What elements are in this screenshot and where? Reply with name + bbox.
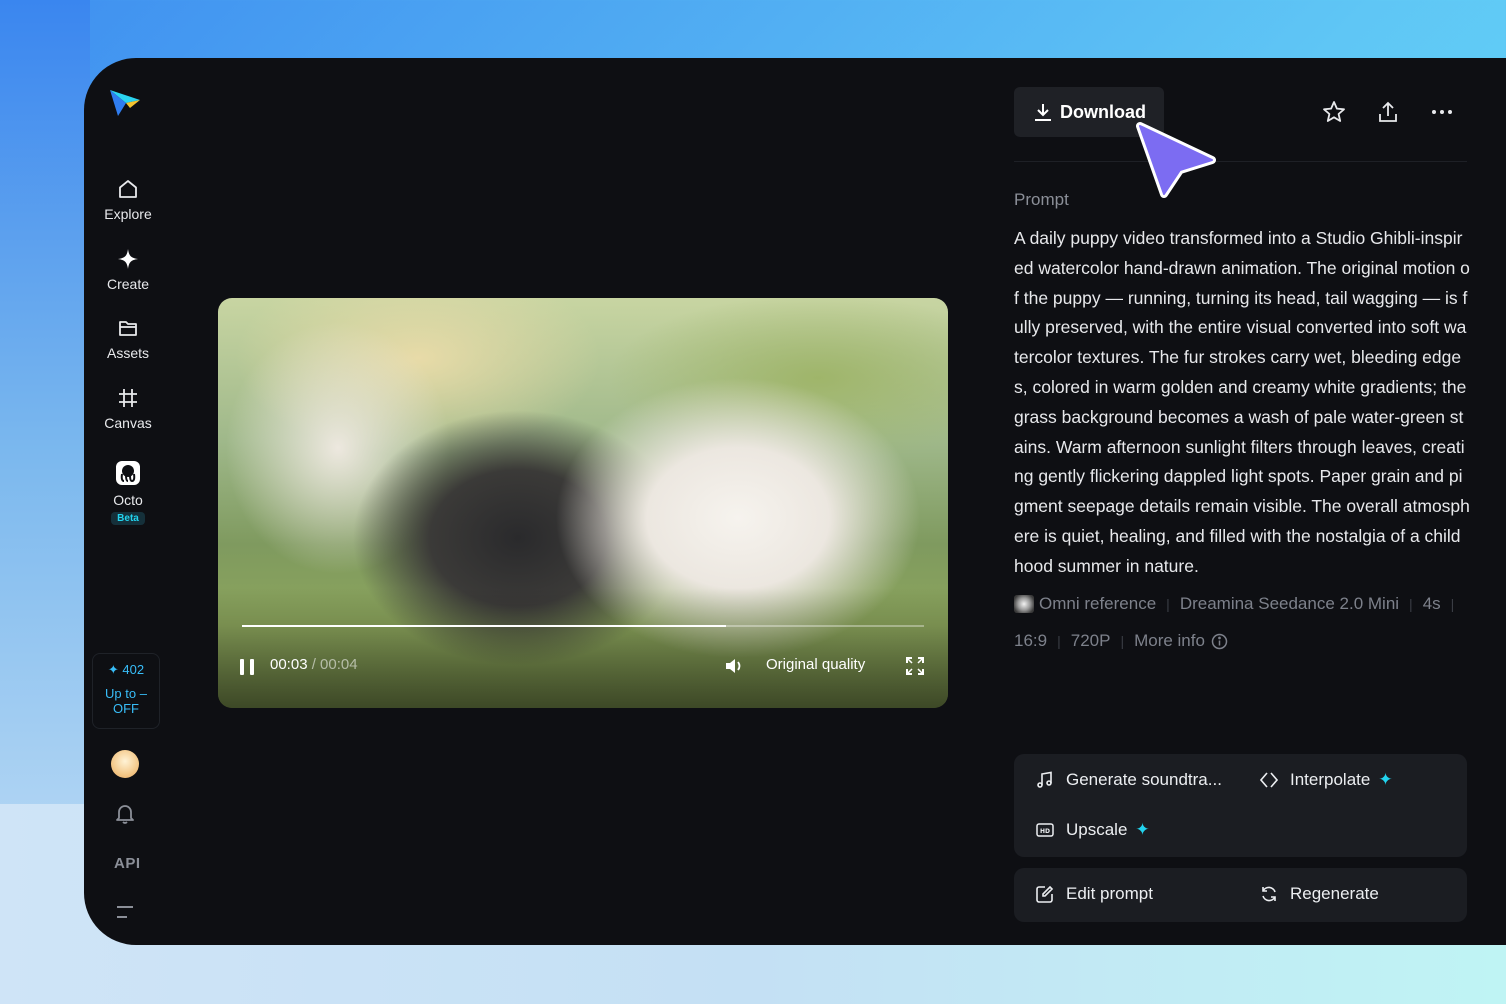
- video-control-shade: [218, 588, 948, 708]
- duration: 4s: [1422, 594, 1441, 613]
- meta-row-2: 16:9 | 720P | More info: [1014, 631, 1470, 651]
- music-note-icon: [1037, 771, 1052, 788]
- divider: [1014, 161, 1467, 162]
- sidebar: Explore Create Assets Canvas Octo Beta ✦…: [84, 58, 172, 945]
- logo-icon[interactable]: [108, 86, 142, 120]
- frame-icon: [119, 389, 137, 407]
- separator: |: [1450, 596, 1455, 612]
- refresh-icon: [1262, 886, 1276, 902]
- meta-row-1: Omni reference | Dreamina Seedance 2.0 M…: [1014, 594, 1470, 614]
- prompt-label: Prompt: [1014, 190, 1069, 209]
- sidebar-item-explore[interactable]: Explore: [92, 178, 164, 222]
- pause-icon-bar: [250, 659, 254, 675]
- upscale-button[interactable]: HD Upscale ✦: [1036, 820, 1150, 840]
- bell-icon[interactable]: [115, 803, 135, 825]
- edit-prompt-button[interactable]: Edit prompt: [1036, 884, 1153, 904]
- reference-thumbnail: [1014, 595, 1034, 613]
- actions-card: Generate soundtra... Interpolate ✦ HD Up…: [1014, 754, 1467, 857]
- edit-prompt-label: Edit prompt: [1066, 884, 1153, 903]
- mouse-cursor-icon: [1136, 122, 1216, 198]
- sidebar-item-create[interactable]: Create: [92, 248, 164, 292]
- home-icon: [119, 180, 137, 198]
- octo-icon: [116, 461, 140, 485]
- hd-icon: HD: [1036, 823, 1054, 837]
- credits-count: ✦ 402: [107, 662, 145, 677]
- model-name: Dreamina Seedance 2.0 Mini: [1179, 594, 1400, 613]
- separator: |: [1409, 596, 1413, 612]
- promo-line-1: Up to –: [105, 686, 147, 701]
- sparkle-icon: ✦: [1135, 820, 1150, 839]
- total-time: / 00:04: [311, 656, 358, 673]
- video-player[interactable]: 00:03 / 00:04 Original quality: [218, 298, 948, 708]
- sidebar-item-octo[interactable]: Octo Beta: [92, 460, 164, 525]
- edit-icon: [1036, 885, 1054, 903]
- current-time: 00:03: [270, 656, 308, 673]
- star-icon[interactable]: [1322, 100, 1346, 124]
- api-link[interactable]: API: [114, 855, 141, 872]
- aspect-ratio: 16:9: [1014, 631, 1048, 650]
- video-time: 00:03 / 00:04: [270, 656, 358, 673]
- pause-icon-bar: [240, 659, 244, 675]
- sparkle-icon: [118, 249, 138, 269]
- sidebar-item-canvas[interactable]: Canvas: [92, 387, 164, 431]
- video-progress-fill: [242, 625, 727, 627]
- regenerate-button[interactable]: Regenerate: [1260, 884, 1379, 904]
- regenerate-label: Regenerate: [1290, 884, 1379, 903]
- generate-soundtrack-button[interactable]: Generate soundtra...: [1036, 770, 1222, 790]
- svg-text:HD: HD: [1040, 828, 1050, 835]
- resolution: 720P: [1070, 631, 1111, 650]
- interpolate-icon: [1260, 772, 1278, 788]
- sidebar-item-label: Create: [106, 276, 150, 292]
- quality-selector[interactable]: Original quality: [766, 656, 865, 673]
- share-icon[interactable]: [1376, 100, 1400, 124]
- separator: |: [1120, 633, 1125, 649]
- soundtrack-label: Generate soundtra...: [1066, 770, 1222, 789]
- more-icon[interactable]: [1430, 108, 1454, 116]
- sidebar-item-assets[interactable]: Assets: [92, 317, 164, 361]
- app-window: Explore Create Assets Canvas Octo Beta ✦…: [84, 58, 1506, 945]
- info-icon[interactable]: [1211, 633, 1228, 650]
- sidebar-item-label: Assets: [106, 345, 149, 361]
- omni-reference: Omni reference: [1039, 594, 1157, 613]
- edit-actions-card: Edit prompt Regenerate: [1014, 868, 1467, 922]
- sidebar-item-label: Canvas: [104, 415, 152, 431]
- menu-icon[interactable]: [116, 905, 134, 919]
- sidebar-item-label: Octo: [113, 492, 143, 508]
- avatar[interactable]: [111, 750, 139, 778]
- separator: |: [1166, 596, 1170, 612]
- prompt-text: A daily puppy video transformed into a S…: [1014, 228, 1470, 576]
- fullscreen-icon[interactable]: [906, 657, 924, 675]
- video-progress-bar[interactable]: [242, 625, 924, 627]
- beta-badge: Beta: [111, 512, 145, 525]
- upscale-label: Upscale: [1066, 820, 1128, 839]
- more-info-link[interactable]: More info: [1134, 631, 1205, 651]
- separator: |: [1057, 633, 1061, 649]
- pause-button[interactable]: [240, 659, 258, 675]
- volume-icon[interactable]: [724, 657, 746, 675]
- folder-icon: [119, 321, 137, 336]
- promo-line-2: OFF: [113, 701, 139, 716]
- interpolate-label: Interpolate: [1290, 770, 1371, 789]
- interpolate-button[interactable]: Interpolate ✦: [1260, 770, 1393, 790]
- details-panel: Download Prompt A daily puppy video tran…: [1014, 58, 1506, 945]
- credits-box[interactable]: ✦ 402 Up to – OFF: [92, 653, 160, 729]
- sparkle-icon: ✦: [1378, 770, 1393, 789]
- sidebar-item-label: Explore: [104, 206, 152, 222]
- download-icon: [1035, 104, 1051, 121]
